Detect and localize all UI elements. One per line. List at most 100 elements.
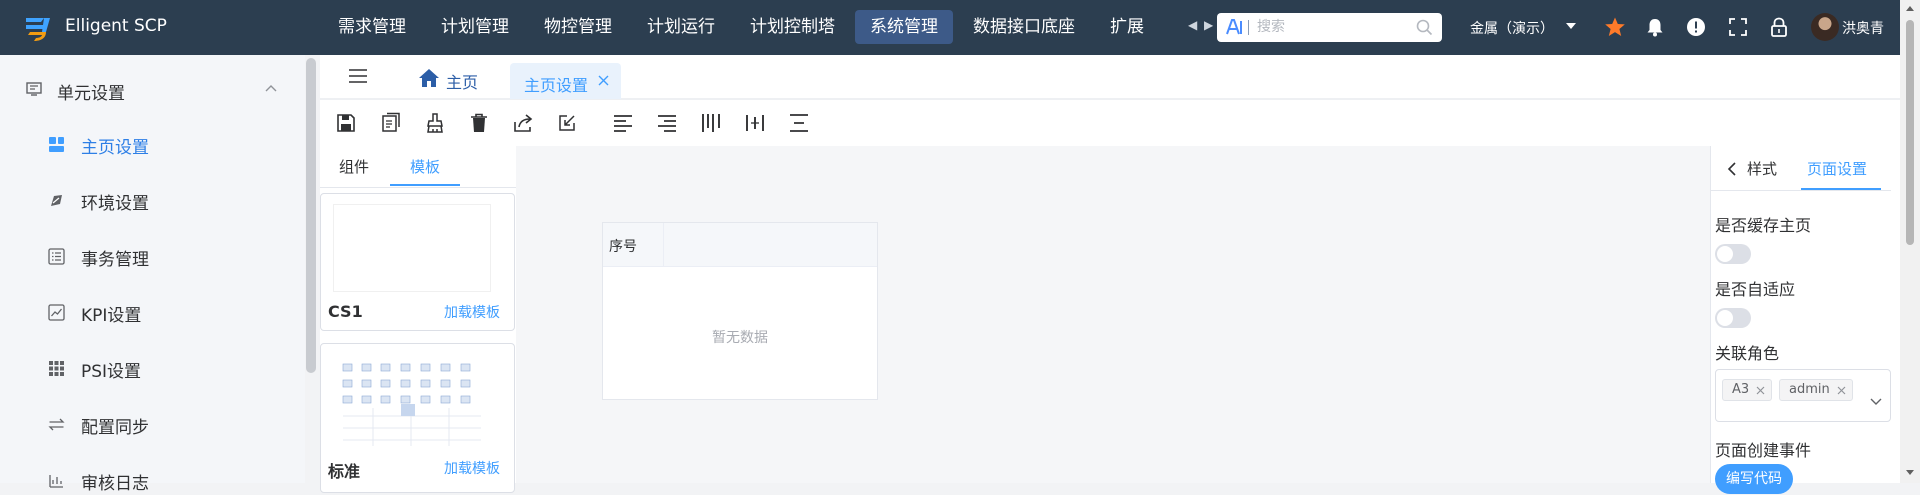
template-card-standard[interactable]: 标准 加载模板	[320, 343, 515, 493]
load-template-link[interactable]: 加载模板	[444, 302, 500, 322]
sidebar-item-psi[interactable]: PSI设置	[48, 353, 288, 383]
menu-item-control-tower[interactable]: 计划控制塔	[735, 10, 850, 44]
app-title: Elligent SCP	[65, 16, 167, 36]
menu-scroll-left-icon[interactable]: ◀	[1188, 18, 1197, 32]
template-name: CS1	[328, 302, 363, 321]
close-icon[interactable]	[1756, 386, 1765, 395]
auto-fit-switch[interactable]	[1715, 308, 1751, 328]
menu-scroll-right-icon[interactable]: ▶	[1204, 18, 1213, 32]
role-tag-label: A3	[1732, 382, 1750, 397]
avatar[interactable]	[1811, 13, 1839, 41]
close-icon[interactable]	[598, 75, 609, 86]
load-template-link[interactable]: 加载模板	[444, 458, 500, 478]
table-empty-text: 暂无数据	[712, 330, 768, 346]
properties-panel: 样式 页面设置 是否缓存主页 是否自适应 关联角色 A3 admin 页面创建事…	[1710, 146, 1891, 494]
close-icon[interactable]	[1837, 386, 1846, 395]
props-divider	[1711, 190, 1891, 191]
bell-icon[interactable]	[1644, 16, 1666, 38]
main-menu: 需求管理 计划管理 物控管理 计划运行 计划控制塔 系统管理 数据接口底座 扩展	[323, 10, 1191, 44]
tab-page-settings[interactable]: 页面设置	[1807, 158, 1867, 179]
sync-icon	[48, 418, 65, 431]
sidebar-section-label: 单元设置	[57, 84, 125, 104]
table-header: 序号	[603, 223, 877, 267]
related-role-select[interactable]: A3 admin	[1715, 369, 1891, 422]
tab-style[interactable]: 样式	[1747, 158, 1777, 179]
distribute-horizontal-icon[interactable]	[700, 112, 722, 134]
save-icon[interactable]	[335, 112, 357, 134]
chevron-up-icon[interactable]	[264, 83, 278, 93]
clear-format-icon[interactable]	[424, 112, 446, 134]
table-widget[interactable]: 序号 暂无数据	[602, 222, 878, 400]
menu-toggle-icon[interactable]	[348, 68, 368, 84]
main-content: 主页 主页设置 序号 暂无数据 组件 模板 CS1 加载模板 标准 加载模板 样…	[320, 55, 1900, 494]
menu-item-system[interactable]: 系统管理	[855, 10, 953, 44]
chart-icon	[48, 304, 65, 321]
sidebar-item-transactions[interactable]: 事务管理	[48, 241, 288, 271]
user-name[interactable]: 洪奥青	[1842, 18, 1884, 38]
log-icon	[49, 475, 63, 488]
list-icon	[48, 248, 65, 265]
tab-components[interactable]: 组件	[339, 156, 369, 190]
chevron-left-icon[interactable]	[1727, 162, 1737, 176]
fullscreen-icon[interactable]	[1727, 16, 1749, 38]
tenant-selector[interactable]: 金属（演示）	[1470, 18, 1554, 38]
scroll-down-icon[interactable]	[1906, 470, 1914, 475]
delete-icon[interactable]	[468, 112, 490, 134]
sidebar-item-label: 配置同步	[81, 418, 149, 438]
top-navbar: Elligent SCP 需求管理 计划管理 物控管理 计划运行 计划控制塔 系…	[0, 0, 1920, 55]
sidebar-section-unit-settings[interactable]: 单元设置	[24, 73, 284, 107]
column-header-seq[interactable]: 序号	[609, 236, 637, 256]
sidebar-item-label: 事务管理	[81, 250, 149, 270]
tab-home-settings[interactable]: 主页设置	[510, 63, 621, 99]
sidebar-item-audit-log[interactable]: 审核日志	[48, 465, 288, 495]
sidebar-item-config-sync[interactable]: 配置同步	[48, 409, 288, 439]
window-scrollbar[interactable]	[1900, 0, 1920, 483]
sidebar-item-label: 审核日志	[81, 474, 149, 494]
star-icon[interactable]	[1604, 16, 1626, 38]
search-icon[interactable]	[1416, 19, 1433, 36]
share-icon[interactable]	[512, 112, 534, 134]
caret-down-icon[interactable]	[1566, 23, 1576, 29]
column-divider	[663, 223, 664, 267]
lock-icon[interactable]	[1768, 16, 1790, 38]
template-card-cs1[interactable]: CS1 加载模板	[320, 193, 515, 331]
alert-icon[interactable]	[1685, 16, 1707, 38]
role-tag-label: admin	[1789, 382, 1830, 397]
role-tag-admin: admin	[1779, 379, 1853, 401]
import-icon[interactable]	[556, 112, 578, 134]
sidebar-item-label: 主页设置	[81, 138, 149, 158]
editor-toolbar	[320, 102, 1900, 146]
search-separator	[1248, 20, 1249, 35]
save-as-icon[interactable]	[380, 112, 402, 134]
tab-home-settings-label: 主页设置	[524, 76, 589, 95]
scrollbar-thumb[interactable]	[1906, 20, 1914, 245]
distribute-vertical-icon[interactable]	[788, 112, 810, 134]
template-thumbnail	[333, 204, 491, 292]
write-code-button[interactable]: 编写代码	[1715, 464, 1793, 494]
sidebar-item-environment[interactable]: 环境设置	[48, 185, 288, 215]
menu-item-material[interactable]: 物控管理	[529, 10, 627, 44]
menu-item-demand[interactable]: 需求管理	[323, 10, 421, 44]
search-input[interactable]	[1257, 16, 1407, 38]
page-create-event-label: 页面创建事件	[1715, 441, 1812, 460]
align-center-vertical-icon[interactable]	[744, 112, 766, 134]
align-right-icon[interactable]	[656, 112, 678, 134]
sidebar-item-kpi[interactable]: KPI设置	[48, 297, 288, 327]
ai-icon[interactable]	[1225, 18, 1243, 36]
sidebar-scrollbar[interactable]	[306, 58, 316, 373]
align-left-icon[interactable]	[612, 112, 634, 134]
cache-home-switch[interactable]	[1715, 244, 1751, 264]
menu-item-plan-run[interactable]: 计划运行	[632, 10, 730, 44]
chevron-down-icon[interactable]	[1870, 398, 1882, 406]
menu-item-extension[interactable]: 扩展	[1095, 10, 1159, 44]
sidebar-item-home-settings[interactable]: 主页设置	[48, 129, 288, 159]
menu-item-plan[interactable]: 计划管理	[426, 10, 524, 44]
scroll-up-icon[interactable]	[1906, 6, 1914, 11]
template-name: 标准	[328, 462, 361, 481]
design-canvas[interactable]	[320, 146, 1710, 483]
sidebar: 单元设置 主页设置 环境设置 事务管理 KPI设置 PSI设置 配置同步 审核日…	[0, 55, 305, 494]
menu-item-data-interface[interactable]: 数据接口底座	[958, 10, 1090, 44]
grid-icon	[49, 361, 64, 376]
tab-home-label: 主页	[446, 73, 479, 92]
dashboard-icon	[49, 137, 64, 152]
